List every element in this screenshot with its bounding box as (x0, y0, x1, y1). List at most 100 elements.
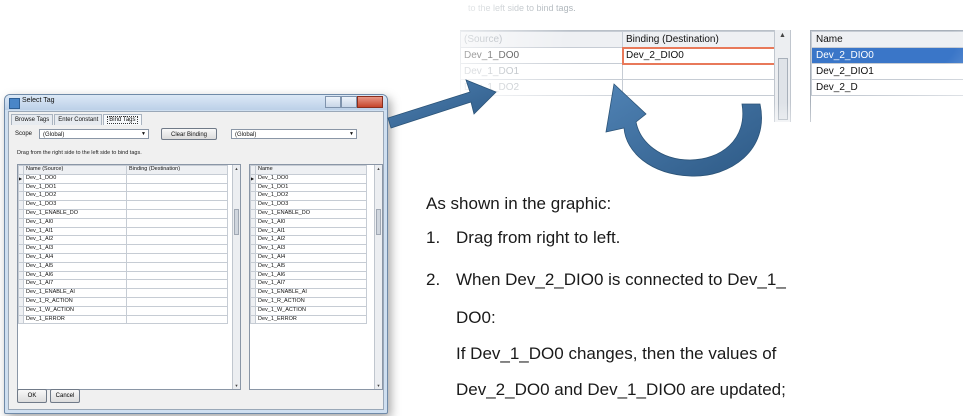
right-scope-select[interactable]: (Global) ▼ (231, 129, 357, 139)
source-cell[interactable]: Dev_1_AI7 (23, 279, 127, 290)
left-grid-scrollbar[interactable]: ▲ ▼ (232, 165, 240, 389)
table-row[interactable]: Dev_1_AI1 (18, 226, 228, 237)
name-cell[interactable]: Dev_1_AI3 (255, 244, 367, 254)
table-row[interactable]: Dev_1_AI2 (250, 235, 367, 246)
table-row[interactable]: Dev_1_AI4 (18, 252, 228, 263)
ok-button[interactable]: OK (17, 389, 47, 403)
table-row[interactable]: ▶ Dev_1_DO0 (250, 173, 367, 184)
table-row[interactable]: Dev_1_AI3 (18, 244, 228, 254)
scroll-up-icon[interactable]: ▲ (775, 32, 790, 39)
table-row[interactable]: Dev_1_AI6 (250, 270, 367, 281)
table-row[interactable]: Dev_1_AI2 (18, 235, 228, 246)
zoom-name-cell[interactable]: Dev_2_D (811, 79, 963, 96)
table-row[interactable]: Dev_1_W_ACTION (18, 305, 228, 316)
source-cell[interactable]: Dev_1_AI3 (23, 244, 127, 254)
table-row[interactable]: ▶ Dev_1_DO0 (18, 173, 228, 184)
source-cell[interactable]: Dev_1_ENABLE_DO (23, 208, 127, 219)
binding-cell[interactable] (126, 182, 228, 193)
zoom-binding-cell[interactable] (622, 63, 778, 80)
source-cell[interactable]: Dev_1_AI0 (23, 217, 127, 228)
table-row[interactable]: Dev_2_D (811, 79, 963, 96)
name-cell[interactable]: Dev_1_AI5 (255, 261, 367, 272)
source-cell[interactable]: Dev_1_AI5 (23, 261, 127, 272)
table-row[interactable]: Dev_1_AI4 (250, 252, 367, 263)
binding-cell[interactable] (126, 200, 228, 210)
column-header-name[interactable]: Name (255, 165, 367, 175)
clear-binding-button[interactable]: Clear Binding (161, 128, 217, 140)
source-cell[interactable]: Dev_1_W_ACTION (23, 305, 127, 316)
table-row[interactable]: Dev_1_DO0 Dev_2_DIO0 (460, 46, 779, 65)
scroll-thumb[interactable] (376, 209, 381, 235)
scroll-up-icon[interactable]: ▲ (233, 165, 240, 172)
table-row[interactable]: Dev_1_DO1 (250, 182, 367, 193)
zoom-binding-cell-highlighted[interactable]: Dev_2_DIO0 (621, 46, 779, 65)
binding-cell[interactable] (126, 208, 228, 219)
zoom-binding-cell[interactable] (622, 79, 778, 96)
table-row[interactable]: Dev_1_ENABLE_DO (250, 208, 367, 219)
binding-cell[interactable] (126, 288, 228, 298)
binding-cell[interactable] (126, 226, 228, 237)
table-row[interactable]: Dev_1_DO2 (250, 191, 367, 202)
binding-cell[interactable] (126, 173, 228, 184)
table-row[interactable]: Dev_1_ERROR (250, 314, 367, 325)
dialog-titlebar[interactable]: Select Tag (5, 95, 387, 110)
name-cell[interactable]: Dev_1_W_ACTION (255, 305, 367, 316)
zoom-source-cell[interactable]: Dev_1_DO1 (460, 63, 623, 80)
source-cell[interactable]: Dev_1_DO3 (23, 200, 127, 210)
binding-cell[interactable] (126, 191, 228, 202)
table-row[interactable]: Dev_2_DIO0 (811, 47, 963, 64)
table-row[interactable]: Dev_1_DO3 (18, 200, 228, 210)
scope-select[interactable]: (Global) ▼ (39, 129, 149, 139)
table-row[interactable]: Dev_1_DO2 (18, 191, 228, 202)
source-cell[interactable]: Dev_1_ERROR (23, 314, 127, 325)
name-cell[interactable]: Dev_1_DO1 (255, 182, 367, 193)
tab-browse-tags[interactable]: Browse Tags (11, 114, 54, 125)
table-row[interactable]: Dev_1_ENABLE_AI (250, 288, 367, 298)
name-cell[interactable]: Dev_1_AI4 (255, 252, 367, 263)
table-row[interactable]: Dev_1_R_ACTION (250, 296, 367, 307)
table-row[interactable]: Dev_1_AI1 (250, 226, 367, 237)
table-row[interactable]: Dev_1_AI7 (18, 279, 228, 290)
table-row[interactable]: Dev_1_DO1 (18, 182, 228, 193)
binding-cell[interactable] (126, 217, 228, 228)
table-row[interactable]: Dev_1_AI6 (18, 270, 228, 281)
zoom-column-header-source[interactable]: (Source) (460, 31, 623, 48)
zoom-source-cell[interactable]: Dev_1_DO2 (460, 79, 623, 96)
maximize-icon[interactable] (341, 96, 357, 108)
scroll-down-icon[interactable]: ▼ (375, 382, 382, 389)
tab-enter-constant[interactable]: Enter Constant (54, 114, 103, 125)
table-row[interactable]: Dev_1_AI3 (250, 244, 367, 254)
name-cell[interactable]: Dev_1_AI2 (255, 235, 367, 246)
source-cell[interactable]: Dev_1_DO1 (23, 182, 127, 193)
scroll-thumb[interactable] (778, 58, 788, 120)
zoom-column-header-binding[interactable]: Binding (Destination) (622, 31, 778, 48)
name-cell[interactable]: Dev_1_ENABLE_DO (255, 208, 367, 219)
binding-cell[interactable] (126, 244, 228, 254)
source-cell[interactable]: Dev_1_AI1 (23, 226, 127, 237)
name-cell[interactable]: Dev_1_ENABLE_AI (255, 288, 367, 298)
binding-cell[interactable] (126, 235, 228, 246)
name-cell[interactable]: Dev_1_DO0 (255, 173, 367, 184)
table-row[interactable]: Dev_1_DO2 (460, 79, 778, 96)
source-cell[interactable]: Dev_1_AI6 (23, 270, 127, 281)
source-cell[interactable]: Dev_1_AI2 (23, 235, 127, 246)
table-row[interactable]: Dev_2_DIO1 (811, 63, 963, 80)
scroll-thumb[interactable] (234, 209, 239, 235)
binding-cell[interactable] (126, 305, 228, 316)
zoom-name-cell-selected[interactable]: Dev_2_DIO0 (811, 47, 963, 64)
name-cell[interactable]: Dev_1_AI7 (255, 279, 367, 290)
zoom-scrollbar[interactable]: ▲ (774, 30, 791, 122)
table-row[interactable]: Dev_1_AI0 (18, 217, 228, 228)
name-cell[interactable]: Dev_1_DO2 (255, 191, 367, 202)
table-row[interactable]: Dev_1_ENABLE_DO (18, 208, 228, 219)
binding-cell[interactable] (126, 314, 228, 325)
binding-cell[interactable] (126, 296, 228, 307)
name-cell[interactable]: Dev_1_AI1 (255, 226, 367, 237)
binding-cell[interactable] (126, 261, 228, 272)
binding-cell[interactable] (126, 252, 228, 263)
table-row[interactable]: Dev_1_ERROR (18, 314, 228, 325)
name-cell[interactable]: Dev_1_AI0 (255, 217, 367, 228)
column-header-binding[interactable]: Binding (Destination) (126, 165, 228, 175)
binding-cell[interactable] (126, 270, 228, 281)
close-icon[interactable] (357, 96, 383, 108)
